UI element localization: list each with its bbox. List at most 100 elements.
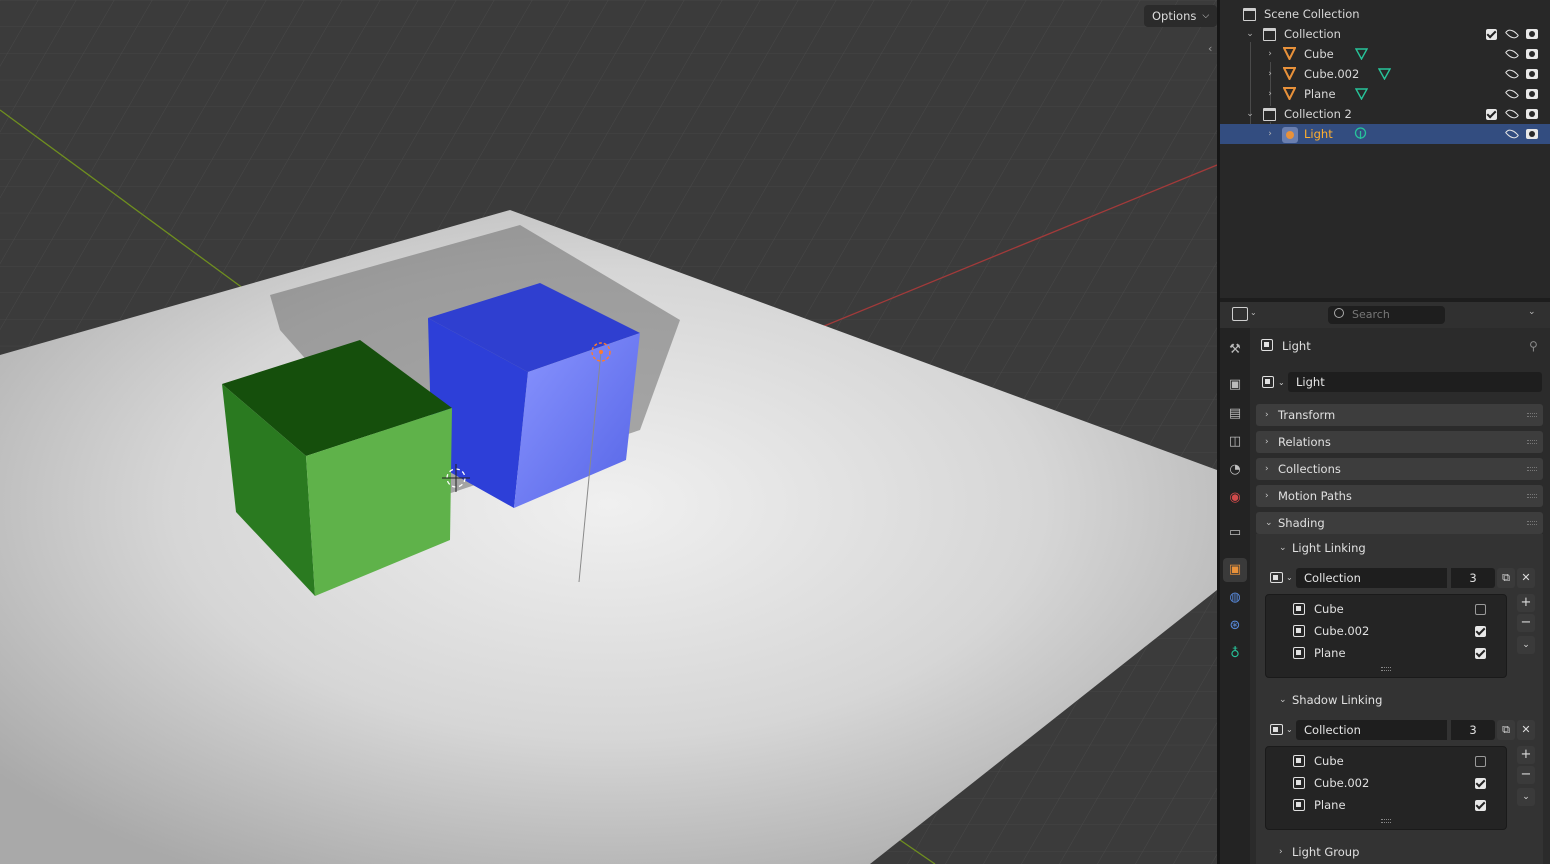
chevron-down-icon[interactable]: ⌄ <box>1250 308 1257 317</box>
drag-handle-icon[interactable] <box>1527 413 1537 417</box>
chevron-down-icon[interactable]: ⌄ <box>1517 636 1535 654</box>
panel-relations[interactable]: › Relations <box>1256 431 1543 453</box>
include-checkbox[interactable] <box>1475 626 1486 637</box>
3d-viewport[interactable]: Options ⌵ ‹ <box>0 0 1217 864</box>
eye-icon[interactable] <box>1504 126 1520 142</box>
eye-icon[interactable] <box>1504 66 1520 82</box>
outliner-item-collection[interactable]: ⌄ Collection <box>1220 24 1550 44</box>
expand-chevron-icon[interactable]: ⌄ <box>1245 109 1255 119</box>
list-item[interactable]: Cube.002 <box>1266 772 1506 794</box>
editor-type-icon[interactable] <box>1232 307 1248 321</box>
expand-chevron-icon[interactable]: › <box>1265 69 1275 79</box>
light-data-icon[interactable] <box>1354 127 1367 140</box>
resize-handle-icon[interactable] <box>1381 819 1391 823</box>
list-item[interactable]: Cube <box>1266 598 1506 620</box>
pin-icon[interactable]: ⚲ <box>1529 339 1538 353</box>
eye-icon[interactable] <box>1504 26 1520 42</box>
camera-icon[interactable] <box>1526 89 1538 99</box>
exclude-checkbox[interactable] <box>1486 108 1497 120</box>
collection-tab-icon[interactable]: ▭ <box>1227 525 1243 541</box>
outliner-item-light[interactable]: › Light <box>1220 124 1550 144</box>
camera-icon[interactable] <box>1526 49 1538 59</box>
sidebar-toggle-icon[interactable]: ‹ <box>1208 42 1212 55</box>
mesh-data-icon[interactable] <box>1355 47 1368 60</box>
object-browse-icon[interactable] <box>1262 376 1274 388</box>
collection-browse-icon[interactable] <box>1270 572 1283 583</box>
physics-tab-icon[interactable]: ◍ <box>1227 590 1243 606</box>
exclude-checkbox[interactable] <box>1486 28 1497 40</box>
include-checkbox[interactable] <box>1475 604 1486 615</box>
duplicate-icon[interactable]: ⧉ <box>1497 720 1515 740</box>
shadow-linking-list[interactable]: Cube Cube.002 Plane <box>1265 746 1507 830</box>
remove-icon[interactable]: − <box>1517 766 1535 784</box>
constraints-tab-icon[interactable]: ⊛ <box>1227 618 1243 634</box>
outliner-item-cube-002[interactable]: › Cube.002 <box>1220 64 1550 84</box>
chevron-down-icon[interactable]: ⌄ <box>1517 788 1535 806</box>
subpanel-shadow-linking[interactable]: ⌄ Shadow Linking <box>1270 689 1543 711</box>
list-item[interactable]: Plane <box>1266 794 1506 816</box>
expand-chevron-icon[interactable]: › <box>1265 89 1275 99</box>
chevron-down-icon[interactable]: ⌄ <box>1286 725 1293 734</box>
chevron-down-icon[interactable]: ⌄ <box>1278 378 1285 387</box>
shadow-linking-user-count[interactable]: 3 <box>1451 720 1495 740</box>
list-item[interactable]: Plane <box>1266 642 1506 664</box>
include-checkbox[interactable] <box>1475 778 1486 789</box>
remove-icon[interactable]: − <box>1517 614 1535 632</box>
eye-icon[interactable] <box>1504 46 1520 62</box>
add-icon[interactable]: + <box>1517 594 1535 612</box>
camera-icon[interactable] <box>1526 109 1538 119</box>
panel-collections[interactable]: › Collections <box>1256 458 1543 480</box>
render-tab-icon[interactable]: ▣ <box>1227 377 1243 393</box>
output-tab-icon[interactable]: ▤ <box>1227 406 1243 422</box>
close-icon[interactable]: ✕ <box>1517 568 1535 588</box>
subpanel-light-group[interactable]: › Light Group <box>1270 841 1543 863</box>
drag-handle-icon[interactable] <box>1527 521 1537 525</box>
close-icon[interactable]: ✕ <box>1517 720 1535 740</box>
panel-transform[interactable]: › Transform <box>1256 404 1543 426</box>
list-item[interactable]: Cube <box>1266 750 1506 772</box>
expand-chevron-icon[interactable]: › <box>1265 129 1275 139</box>
drag-handle-icon[interactable] <box>1527 440 1537 444</box>
mesh-data-icon[interactable] <box>1355 87 1368 100</box>
eye-icon[interactable] <box>1504 106 1520 122</box>
outliner[interactable]: Scene Collection ⌄ Collection › Cube › C… <box>1220 0 1550 298</box>
camera-icon[interactable] <box>1526 129 1538 139</box>
mesh-data-icon[interactable] <box>1378 67 1391 80</box>
scene-tab-icon[interactable]: ◔ <box>1227 462 1243 478</box>
chevron-down-icon[interactable]: ⌄ <box>1286 573 1293 582</box>
search-input[interactable]: Search <box>1328 306 1445 324</box>
light-linking-user-count[interactable]: 3 <box>1451 568 1495 588</box>
outliner-item-collection-2[interactable]: ⌄ Collection 2 <box>1220 104 1550 124</box>
expand-chevron-icon[interactable]: ⌄ <box>1245 29 1255 39</box>
world-tab-icon[interactable]: ◉ <box>1227 490 1243 506</box>
outliner-item-plane[interactable]: › Plane <box>1220 84 1550 104</box>
camera-icon[interactable] <box>1526 29 1538 39</box>
panel-motion-paths[interactable]: › Motion Paths <box>1256 485 1543 507</box>
object-tab-icon[interactable]: ▣ <box>1223 558 1247 582</box>
expand-chevron-icon[interactable]: › <box>1265 49 1275 59</box>
chevron-down-icon[interactable]: ⌄ <box>1528 307 1536 317</box>
include-checkbox[interactable] <box>1475 800 1486 811</box>
light-data-tab-icon[interactable]: ♁ <box>1227 646 1243 662</box>
shadow-linking-collection-field[interactable]: Collection <box>1296 720 1447 740</box>
drag-handle-icon[interactable] <box>1527 467 1537 471</box>
resize-handle-icon[interactable] <box>1381 667 1391 671</box>
add-icon[interactable]: + <box>1517 746 1535 764</box>
view-layer-tab-icon[interactable]: ◫ <box>1227 434 1243 450</box>
drag-handle-icon[interactable] <box>1527 494 1537 498</box>
camera-icon[interactable] <box>1526 69 1538 79</box>
light-linking-collection-field[interactable]: Collection <box>1296 568 1447 588</box>
light-linking-list[interactable]: Cube Cube.002 Plane <box>1265 594 1507 678</box>
options-dropdown[interactable]: Options ⌵ <box>1144 5 1217 27</box>
tool-tab-icon[interactable]: ⚒ <box>1227 342 1243 358</box>
outliner-item-cube[interactable]: › Cube <box>1220 44 1550 64</box>
include-checkbox[interactable] <box>1475 756 1486 767</box>
subpanel-light-linking[interactable]: ⌄ Light Linking <box>1270 537 1543 559</box>
eye-icon[interactable] <box>1504 86 1520 102</box>
outliner-scene-collection[interactable]: Scene Collection <box>1220 4 1550 24</box>
duplicate-icon[interactable]: ⧉ <box>1497 568 1515 588</box>
include-checkbox[interactable] <box>1475 648 1486 659</box>
collection-browse-icon[interactable] <box>1270 724 1283 735</box>
object-name-field[interactable]: Light <box>1288 372 1542 392</box>
panel-shading[interactable]: ⌄ Shading <box>1256 512 1543 534</box>
